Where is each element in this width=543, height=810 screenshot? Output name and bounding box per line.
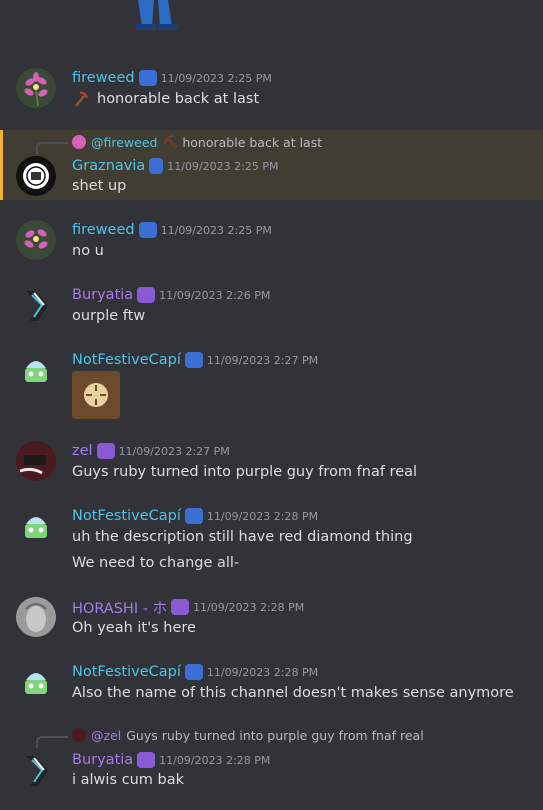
- reply-preview[interactable]: @fireweed ⛏ honorable back at last: [72, 133, 322, 151]
- reply-mention[interactable]: @fireweed: [91, 135, 157, 150]
- role-icon: [184, 508, 203, 524]
- role-icon: [184, 352, 203, 368]
- message-text: ourple ftw: [72, 308, 146, 324]
- avatar[interactable]: [16, 285, 56, 325]
- username[interactable]: Buryatia: [72, 287, 133, 303]
- reply-text: Guys ruby turned into purple guy from fn…: [126, 727, 424, 743]
- message-text: shet up: [72, 178, 127, 194]
- username[interactable]: NotFestiveCapí: [72, 664, 181, 680]
- message: fireweed 11/09/2023 2:25 PM no u: [0, 212, 543, 272]
- message-highlighted: @fireweed ⛏ honorable back at last Grazn…: [0, 130, 543, 200]
- reply-spine: [36, 736, 68, 748]
- reply-preview[interactable]: @zel Guys ruby turned into purple guy fr…: [72, 726, 424, 744]
- role-icon: [171, 599, 190, 615]
- role-icon: [137, 752, 156, 768]
- username[interactable]: HORASHI - ホ: [72, 597, 167, 618]
- reply-avatar: [72, 728, 86, 742]
- role-icon: [138, 70, 157, 86]
- timestamp: 11/09/2023 2:25 PM: [167, 159, 279, 173]
- role-icon: [149, 158, 164, 174]
- image-attachment[interactable]: [72, 371, 120, 419]
- message: zel 11/09/2023 2:27 PM Guys ruby turned …: [0, 433, 543, 493]
- message: HORASHI - ホ 11/09/2023 2:28 PM Oh yeah i…: [0, 589, 543, 649]
- pickaxe-emoji-icon: [72, 90, 90, 108]
- message-text: uh the description still have red diamon…: [72, 529, 413, 545]
- timestamp: 11/09/2023 2:28 PM: [193, 600, 305, 614]
- message-text: no u: [72, 243, 104, 259]
- reply-avatar: [72, 135, 86, 149]
- timestamp: 11/09/2023 2:28 PM: [206, 509, 319, 523]
- timestamp: 11/09/2023 2:27 PM: [118, 444, 230, 458]
- message: fireweed 11/09/2023 2:25 PM honorable ba…: [0, 60, 543, 118]
- role-icon: [138, 222, 157, 238]
- message-text: Oh yeah it's here: [72, 620, 196, 636]
- avatar[interactable]: [16, 750, 56, 790]
- timestamp: 11/09/2023 2:25 PM: [160, 71, 272, 85]
- message: NotFestiveCapí 11/09/2023 2:27 PM: [0, 342, 543, 430]
- avatar[interactable]: [16, 68, 56, 108]
- avatar[interactable]: [16, 350, 56, 390]
- message-text: honorable back at last: [97, 91, 260, 107]
- timestamp: 11/09/2023 2:28 PM: [159, 753, 271, 767]
- message-text: i alwis cum bak: [72, 772, 184, 788]
- avatar[interactable]: [16, 156, 56, 196]
- avatar[interactable]: [16, 441, 56, 481]
- timestamp: 11/09/2023 2:25 PM: [160, 223, 272, 237]
- username[interactable]: Buryatia: [72, 752, 133, 768]
- message-text: Guys ruby turned into purple guy from fn…: [72, 464, 418, 480]
- message-text: We need to change all-: [72, 555, 240, 571]
- reply-text: honorable back at last: [182, 134, 323, 150]
- reply-mention[interactable]: @zel: [91, 728, 121, 743]
- message: NotFestiveCapí 11/09/2023 2:28 PM uh the…: [0, 498, 543, 582]
- embedded-image-cropped[interactable]: [122, 0, 192, 32]
- timestamp: 11/09/2023 2:27 PM: [206, 353, 319, 367]
- timestamp: 11/09/2023 2:26 PM: [159, 288, 271, 302]
- username[interactable]: NotFestiveCapí: [72, 352, 181, 368]
- username[interactable]: fireweed: [72, 222, 135, 238]
- message-text: Also the name of this channel doesn't ma…: [72, 685, 514, 701]
- avatar[interactable]: [16, 506, 56, 546]
- pickaxe-emoji-icon: ⛏: [162, 134, 179, 149]
- role-icon: [184, 664, 203, 680]
- message: NotFestiveCapí 11/09/2023 2:28 PM Also t…: [0, 654, 543, 714]
- timestamp: 11/09/2023 2:28 PM: [206, 665, 319, 679]
- role-icon: [96, 443, 115, 459]
- reply-spine: [36, 142, 68, 154]
- message: Buryatia 11/09/2023 2:26 PM ourple ftw: [0, 277, 543, 337]
- message: @zel Guys ruby turned into purple guy fr…: [0, 724, 543, 810]
- avatar[interactable]: [16, 597, 56, 637]
- avatar[interactable]: [16, 662, 56, 702]
- username[interactable]: zel: [72, 443, 93, 459]
- role-icon: [137, 287, 156, 303]
- username[interactable]: NotFestiveCapí: [72, 508, 181, 524]
- avatar[interactable]: [16, 220, 56, 260]
- username[interactable]: Graznavia: [72, 158, 145, 174]
- username[interactable]: fireweed: [72, 70, 135, 86]
